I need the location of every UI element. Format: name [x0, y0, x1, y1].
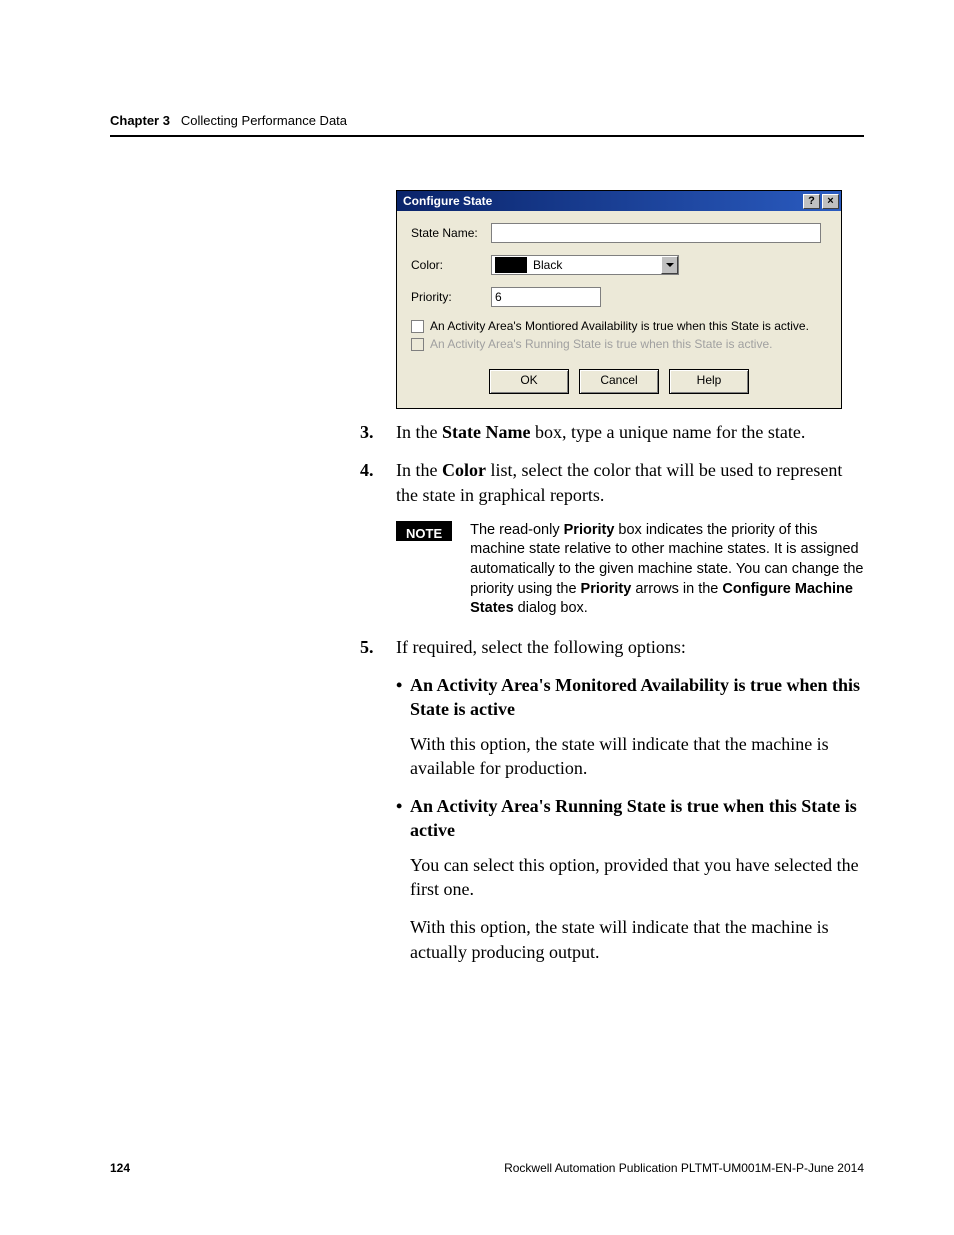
state-name-input[interactable] [491, 223, 821, 243]
note-badge: NOTE [396, 521, 452, 541]
step-3: 3. In the State Name box, type a unique … [360, 420, 864, 444]
body-content: 3. In the State Name box, type a unique … [360, 420, 864, 978]
cancel-button[interactable]: Cancel [579, 369, 659, 394]
close-icon: × [827, 195, 833, 207]
note-text: The read-only Priority box indicates the… [470, 521, 864, 619]
priority-label: Priority: [411, 290, 491, 304]
page-number: 124 [110, 1161, 130, 1175]
bullet-2-para-2: With this option, the state will indicat… [410, 915, 864, 964]
bullet-dot: • [396, 673, 410, 722]
step-3-bold: State Name [442, 422, 530, 442]
running-state-checkbox [411, 338, 424, 351]
step-3-part-c: box, type a unique name for the state. [530, 422, 805, 442]
dialog-help-button[interactable]: ? [803, 194, 820, 209]
color-label: Color: [411, 258, 491, 272]
page-footer: 124 Rockwell Automation Publication PLTM… [110, 1161, 864, 1175]
note-t7: dialog box. [514, 600, 588, 616]
chapter-title [174, 113, 181, 128]
step-5-number: 5. [360, 635, 396, 659]
priority-input[interactable] [491, 287, 601, 307]
step-4-number: 4. [360, 458, 396, 507]
dialog-titlebar: Configure State ? × [397, 191, 841, 211]
step-5: 5. If required, select the following opt… [360, 635, 864, 659]
step-4-part-a: In the [396, 460, 442, 480]
color-value: Black [533, 258, 661, 272]
step-4-text: In the Color list, select the color that… [396, 458, 864, 507]
bullet-2-para-1: You can select this option, provided tha… [410, 853, 864, 902]
ok-button[interactable]: OK [489, 369, 569, 394]
dialog-body: State Name: Color: Black Priority: An Ac… [397, 211, 841, 408]
state-name-label: State Name: [411, 226, 491, 240]
step-3-part-a: In the [396, 422, 442, 442]
note-t5: arrows in the [631, 581, 722, 597]
availability-checkbox[interactable] [411, 320, 424, 333]
bullet-2-text: An Activity Area's Running State is true… [410, 794, 864, 843]
question-icon: ? [808, 195, 815, 207]
chevron-down-icon [666, 263, 674, 267]
step-5-text: If required, select the following option… [396, 635, 864, 659]
bullet-dot: • [396, 794, 410, 843]
chapter-title-text: Collecting Performance Data [181, 113, 347, 128]
color-dropdown-button[interactable] [661, 256, 678, 274]
configure-state-dialog: Configure State ? × State Name: Color: B… [396, 190, 842, 409]
running-state-checkbox-label: An Activity Area's Running State is true… [430, 337, 772, 351]
color-select[interactable]: Black [491, 255, 679, 275]
step-4: 4. In the Color list, select the color t… [360, 458, 864, 507]
availability-checkbox-label: An Activity Area's Montiored Availabilit… [430, 319, 809, 333]
step-3-text: In the State Name box, type a unique nam… [396, 420, 864, 444]
note-t2: Priority [564, 522, 615, 538]
bullet-1: • An Activity Area's Monitored Availabil… [396, 673, 864, 722]
bullet-1-para: With this option, the state will indicat… [410, 732, 864, 781]
color-swatch [495, 257, 527, 273]
chapter-header: Chapter 3 Collecting Performance Data [110, 113, 347, 128]
publication-info: Rockwell Automation Publication PLTMT-UM… [504, 1161, 864, 1175]
bullet-1-text: An Activity Area's Monitored Availabilit… [410, 673, 864, 722]
help-button[interactable]: Help [669, 369, 749, 394]
step-3-number: 3. [360, 420, 396, 444]
chapter-number: Chapter 3 [110, 113, 170, 128]
note-t4: Priority [581, 581, 632, 597]
header-rule [110, 135, 864, 137]
note-t1: The read-only [470, 522, 564, 538]
bullet-2: • An Activity Area's Running State is tr… [396, 794, 864, 843]
note-block: NOTE The read-only Priority box indicate… [396, 521, 864, 619]
dialog-close-button[interactable]: × [822, 194, 839, 209]
step-4-bold: Color [442, 460, 486, 480]
dialog-title: Configure State [403, 194, 492, 208]
